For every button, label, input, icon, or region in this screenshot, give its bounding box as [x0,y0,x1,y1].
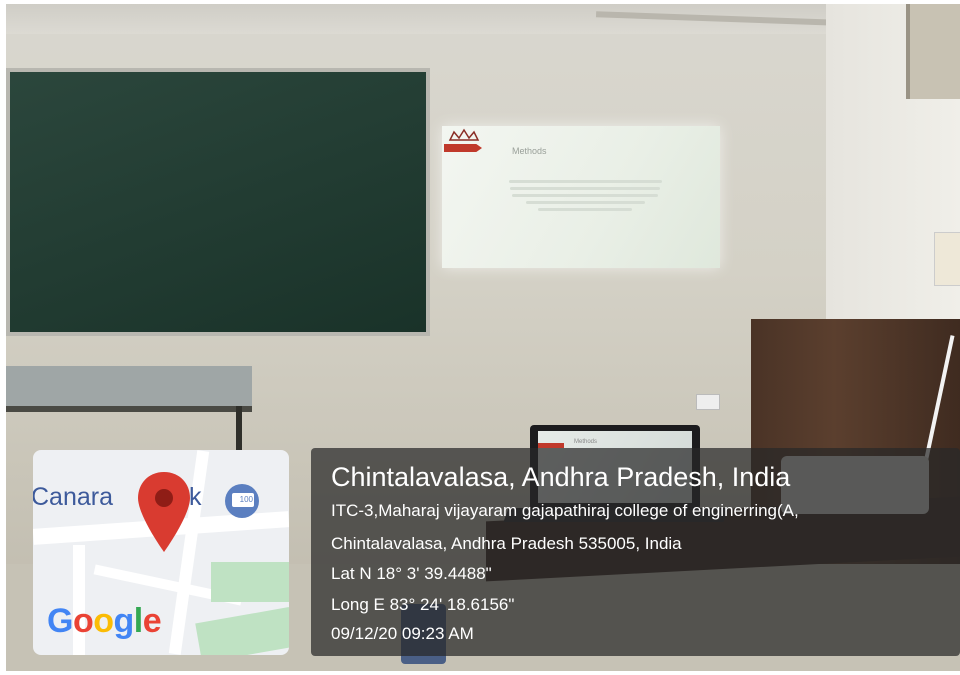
blackboard [6,68,430,336]
google-logo: Google [47,602,162,640]
map-green-area [195,607,289,655]
map-thumbnail[interactable]: Canara k 100 Google [33,450,289,655]
geotag-overlay: Chintalavalasa, Andhra Pradesh, India IT… [311,448,960,656]
wall-poster [934,232,960,286]
latitude: Lat N 18° 3' 39.4488" [331,564,492,583]
slide-accent-tag [444,144,482,152]
projected-slide: Methods [442,126,720,268]
location-title: Chintalavalasa, Andhra Pradesh, India [331,462,791,492]
timestamp: 09/12/20 09:23 AM [331,624,474,643]
map-pin-icon [138,472,190,552]
laptop-slide-title: Methods [574,439,598,445]
poi-badge-text: 100 [232,493,254,507]
address-line-2: Chintalavalasa, Andhra Pradesh 535005, I… [331,534,682,553]
address-line-1: ITC-3,Maharaj vijayaram gajapathiraj col… [331,501,799,520]
map-place-label: Canara [33,483,113,511]
board-sheen [10,72,426,332]
longitude: Long E 83° 24' 18.6156" [331,595,515,614]
door-frame [906,4,960,99]
map-green-area [211,562,289,602]
poi-badge-icon: 100 [225,484,259,518]
slide-title: Methods [512,146,547,156]
slide-text-lines [500,176,670,215]
crown-logo-icon [448,128,480,141]
left-table [6,366,252,412]
wall-switch [696,394,720,410]
